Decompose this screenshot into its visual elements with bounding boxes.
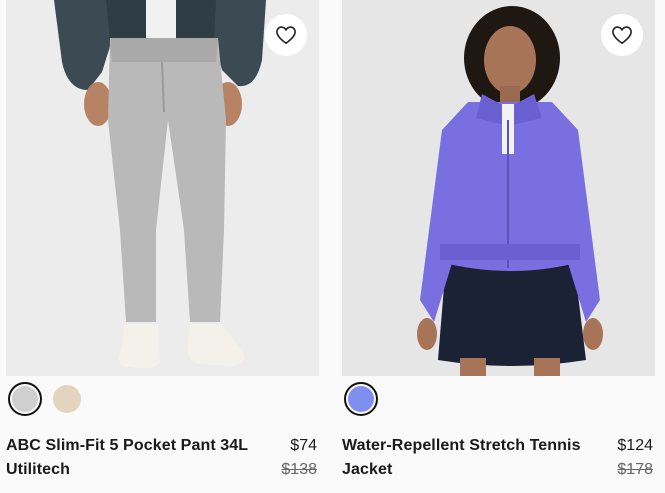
original-price-pant: $138 bbox=[281, 461, 317, 478]
product-image-pant[interactable] bbox=[6, 0, 319, 376]
product-image-jacket[interactable] bbox=[342, 0, 655, 376]
heart-outline-icon bbox=[612, 26, 632, 45]
price-block-jacket: $124 $178 bbox=[617, 434, 653, 482]
pant-photo bbox=[6, 0, 319, 376]
product-name-jacket[interactable]: Water-Repellent Stretch Tennis Jacket bbox=[342, 434, 592, 482]
product-name-pant[interactable]: ABC Slim-Fit 5 Pocket Pant 34L Utilitech bbox=[6, 434, 256, 482]
swatch-periwinkle-color bbox=[348, 386, 374, 412]
swatch-periwinkle[interactable] bbox=[344, 382, 378, 416]
price-block-pant: $74 $138 bbox=[281, 434, 317, 482]
wishlist-button-pant[interactable] bbox=[265, 14, 307, 56]
swatch-grey[interactable] bbox=[8, 382, 42, 416]
jacket-photo bbox=[342, 0, 655, 376]
color-swatches-jacket bbox=[344, 382, 378, 416]
color-swatches-pant bbox=[8, 382, 84, 416]
product-card-jacket[interactable]: Water-Repellent Stretch Tennis Jacket $1… bbox=[342, 0, 655, 478]
product-card-pant[interactable]: ABC Slim-Fit 5 Pocket Pant 34L Utilitech… bbox=[6, 0, 319, 478]
wishlist-button-jacket[interactable] bbox=[601, 14, 643, 56]
swatch-beige-color bbox=[53, 385, 81, 413]
swatch-beige[interactable] bbox=[50, 382, 84, 416]
sale-price-pant: $74 bbox=[290, 437, 317, 454]
heart-outline-icon bbox=[276, 26, 296, 45]
sale-price-jacket: $124 bbox=[617, 437, 653, 454]
swatch-grey-color bbox=[12, 386, 38, 412]
original-price-jacket: $178 bbox=[617, 461, 653, 478]
